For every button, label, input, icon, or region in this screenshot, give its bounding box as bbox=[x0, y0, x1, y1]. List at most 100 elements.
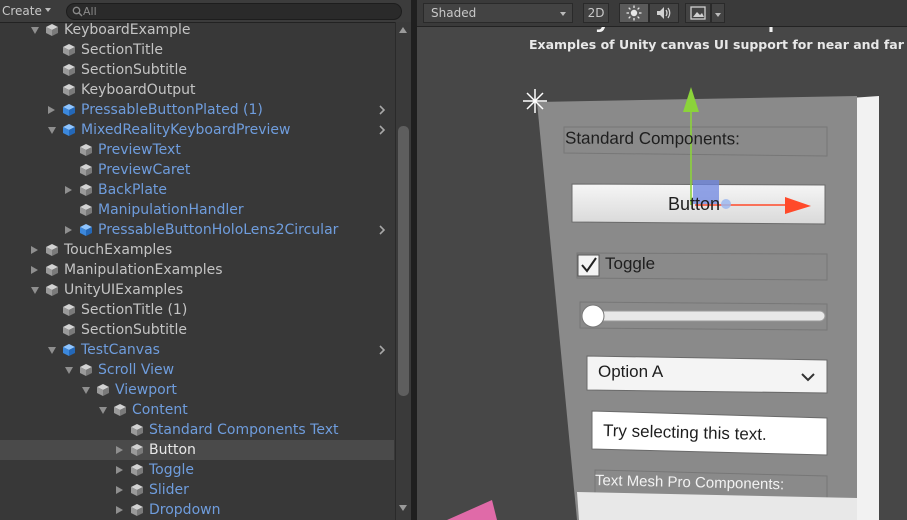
hierarchy-row[interactable]: Content bbox=[0, 400, 394, 420]
slider-handle[interactable] bbox=[581, 304, 605, 328]
expand-arrow-closed-icon[interactable] bbox=[65, 226, 72, 234]
chevron-right-icon[interactable] bbox=[377, 345, 387, 355]
hierarchy-row[interactable]: PreviewCaret bbox=[0, 160, 394, 180]
expand-arrow-open-icon[interactable] bbox=[82, 387, 90, 394]
hierarchy-scrollbar[interactable] bbox=[395, 22, 411, 520]
gizmo-center[interactable] bbox=[721, 199, 731, 209]
create-button[interactable]: Create bbox=[0, 2, 42, 21]
hierarchy-row[interactable]: SectionSubtitle bbox=[0, 320, 394, 340]
expand-arrow-closed-icon[interactable] bbox=[116, 466, 123, 474]
hierarchy-row[interactable]: KeyboardOutput bbox=[0, 80, 394, 100]
hierarchy-row-label: MixedRealityKeyboardPreview bbox=[81, 122, 291, 138]
expand-arrow-open-icon[interactable] bbox=[65, 367, 73, 374]
hierarchy-row[interactable]: ManipulationHandler bbox=[0, 200, 394, 220]
scene-lighting-button[interactable] bbox=[619, 3, 649, 23]
scene-audio-button[interactable] bbox=[649, 3, 679, 23]
expand-arrow-closed-icon[interactable] bbox=[116, 506, 123, 514]
chevron-right-icon[interactable] bbox=[377, 125, 387, 135]
hierarchy-row[interactable]: PressableButtonHoloLens2Circular bbox=[0, 220, 394, 240]
gameobject-cube-icon bbox=[46, 284, 58, 296]
expand-arrow-closed-icon[interactable] bbox=[31, 246, 38, 254]
hierarchy-row[interactable]: SectionTitle (1) bbox=[0, 300, 394, 320]
search-icon bbox=[72, 6, 83, 17]
hierarchy-row-label: Scroll View bbox=[98, 362, 175, 378]
gameobject-cube-icon bbox=[46, 264, 58, 276]
hierarchy-row-label: Content bbox=[132, 402, 188, 418]
hierarchy-row[interactable]: BackPlate bbox=[0, 180, 394, 200]
prefab-cube-icon bbox=[63, 124, 75, 136]
chevron-down-icon bbox=[715, 13, 721, 17]
gameobject-cube-icon bbox=[80, 164, 92, 176]
gameobject-cube-icon bbox=[114, 404, 126, 416]
hierarchy-row[interactable]: KeyboardExample bbox=[0, 20, 394, 40]
hierarchy-row[interactable]: Viewport bbox=[0, 380, 394, 400]
hierarchy-row[interactable]: Scroll View bbox=[0, 360, 394, 380]
expand-arrow-closed-icon[interactable] bbox=[48, 106, 55, 114]
hierarchy-row[interactable]: UnityUIExamples bbox=[0, 280, 394, 300]
create-label: Create bbox=[2, 4, 42, 18]
hierarchy-row[interactable]: TestCanvas bbox=[0, 340, 394, 360]
prefab-cube-icon bbox=[80, 224, 92, 236]
canvas-input-text[interactable]: Try selecting this text. bbox=[603, 421, 767, 445]
hierarchy-row[interactable]: Slider bbox=[0, 480, 394, 500]
chevron-down-icon bbox=[560, 12, 566, 16]
hierarchy-row[interactable]: Dropdown bbox=[0, 500, 394, 520]
hierarchy-row[interactable]: PreviewText bbox=[0, 140, 394, 160]
expand-arrow-open-icon[interactable] bbox=[48, 127, 56, 134]
expand-arrow-closed-icon[interactable] bbox=[116, 446, 123, 454]
hierarchy-search[interactable] bbox=[66, 3, 402, 20]
scroll-down-icon[interactable] bbox=[399, 505, 407, 511]
hierarchy-row[interactable]: Toggle bbox=[0, 460, 394, 480]
gameobject-cube-icon bbox=[46, 24, 58, 36]
expand-arrow-closed-icon[interactable] bbox=[31, 266, 38, 274]
expand-arrow-open-icon[interactable] bbox=[99, 407, 107, 414]
chevron-right-icon[interactable] bbox=[377, 225, 387, 235]
hierarchy-row-label: Toggle bbox=[149, 462, 195, 478]
scroll-thumb[interactable] bbox=[398, 126, 409, 396]
hierarchy-row[interactable]: Button bbox=[0, 440, 394, 460]
toggle-2d-button[interactable]: 2D bbox=[583, 3, 609, 23]
gameobject-cube-icon bbox=[80, 184, 92, 196]
gameobject-cube-icon bbox=[63, 64, 75, 76]
hierarchy-row[interactable]: ManipulationExamples bbox=[0, 260, 394, 280]
scene-view[interactable]: Unity UI Examples Examples of Unity canv… bbox=[417, 0, 907, 520]
create-dropdown-icon[interactable] bbox=[45, 8, 51, 12]
scene-subtitle-text: Examples of Unity canvas UI support for … bbox=[529, 37, 907, 52]
scroll-up-icon[interactable] bbox=[399, 27, 407, 33]
hierarchy-row-label: SectionSubtitle bbox=[81, 322, 188, 338]
hierarchy-row[interactable]: MixedRealityKeyboardPreview bbox=[0, 120, 394, 140]
chevron-right-icon[interactable] bbox=[377, 105, 387, 115]
gameobject-cube-icon bbox=[131, 464, 143, 476]
canvas-button-label[interactable]: Button bbox=[668, 194, 720, 215]
prefab-cube-icon bbox=[63, 104, 75, 116]
gameobject-cube-icon bbox=[80, 144, 92, 156]
hierarchy-row-label: BackPlate bbox=[98, 182, 168, 198]
hierarchy-row-label: KeyboardExample bbox=[64, 22, 191, 38]
gameobject-cube-icon bbox=[63, 304, 75, 316]
expand-arrow-closed-icon[interactable] bbox=[116, 486, 123, 494]
hierarchy-row[interactable]: SectionSubtitle bbox=[0, 60, 394, 80]
effects-dropdown-button[interactable] bbox=[711, 3, 725, 23]
expand-arrow-open-icon[interactable] bbox=[31, 27, 39, 34]
shading-mode-dropdown[interactable]: Shaded bbox=[423, 3, 573, 23]
speaker-icon bbox=[657, 7, 671, 19]
scene-pink-object[interactable] bbox=[447, 500, 497, 520]
canvas-dropdown-value[interactable]: Option A bbox=[598, 362, 663, 382]
hierarchy-panel: Create KeyboardExample SectionTitle Sectio… bbox=[0, 0, 411, 520]
hierarchy-row[interactable]: PressableButtonPlated (1) bbox=[0, 100, 394, 120]
hierarchy-row-label: TouchExamples bbox=[64, 242, 173, 258]
slider-track[interactable] bbox=[586, 310, 826, 322]
hierarchy-row-label: Button bbox=[149, 442, 196, 458]
hierarchy-row-label: ManipulationExamples bbox=[64, 262, 223, 278]
hierarchy-row-label: PreviewText bbox=[98, 142, 181, 158]
expand-arrow-open-icon[interactable] bbox=[48, 347, 56, 354]
scene-effects-button[interactable] bbox=[685, 3, 711, 23]
canvas-toggle-label[interactable]: Toggle bbox=[605, 254, 655, 274]
search-input[interactable] bbox=[83, 4, 383, 19]
hierarchy-row[interactable]: TouchExamples bbox=[0, 240, 394, 260]
expand-arrow-open-icon[interactable] bbox=[31, 287, 39, 294]
expand-arrow-closed-icon[interactable] bbox=[65, 186, 72, 194]
hierarchy-row-label: TestCanvas bbox=[81, 342, 160, 358]
hierarchy-row[interactable]: SectionTitle bbox=[0, 40, 394, 60]
hierarchy-row[interactable]: Standard Components Text bbox=[0, 420, 394, 440]
